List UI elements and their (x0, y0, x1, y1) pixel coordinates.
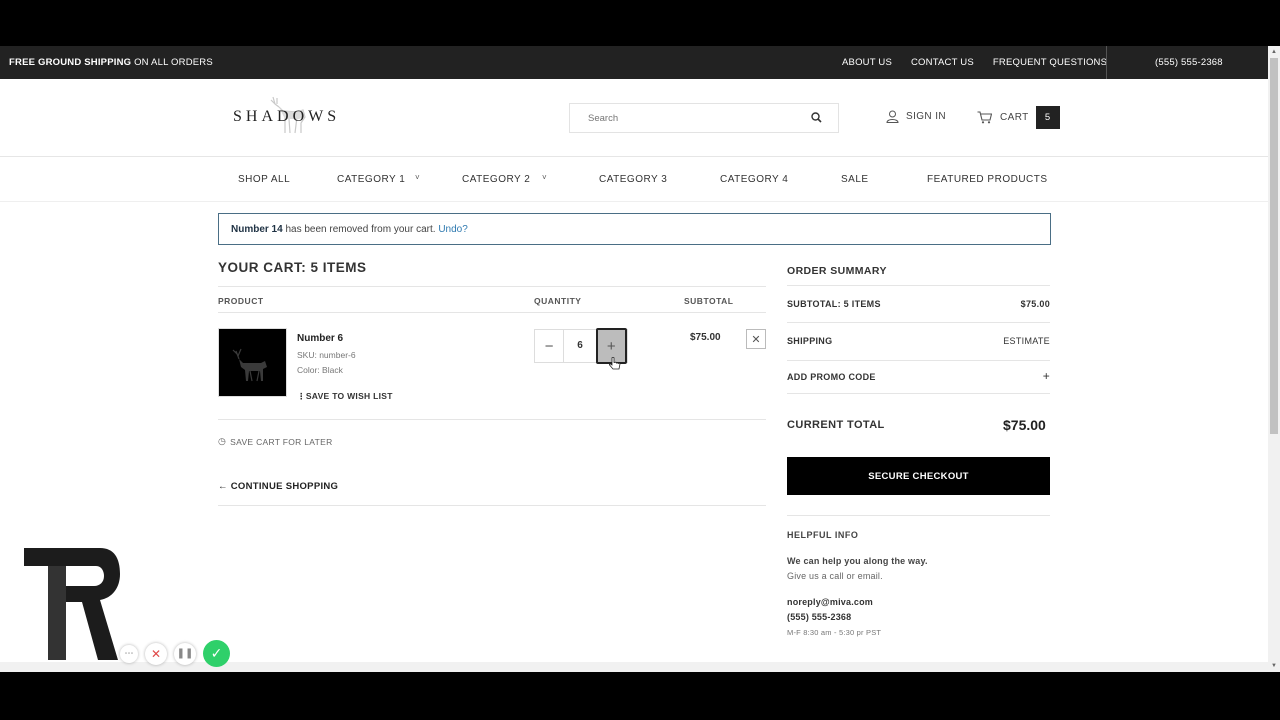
hand-cursor-icon (609, 357, 621, 370)
product-name[interactable]: Number 6 (297, 333, 343, 344)
about-us-link[interactable]: ABOUT US (842, 57, 892, 68)
more-options-icon[interactable]: ⋯ (120, 644, 138, 663)
promo-code-label: ADD PROMO CODE (787, 372, 876, 382)
search-icon[interactable] (811, 112, 822, 123)
wishlist-label: SAVE TO WISH LIST (305, 391, 393, 401)
plus-icon[interactable]: + (1043, 369, 1050, 383)
summary-subtotal-value: $75.00 (1020, 299, 1050, 309)
column-product: PRODUCT (218, 296, 264, 306)
scrollbar-thumb[interactable] (1270, 58, 1278, 434)
chevron-down-icon[interactable]: ˅ (542, 173, 547, 182)
shipping-estimate-link[interactable]: ESTIMATE (1003, 336, 1050, 346)
nav-shop-all[interactable]: SHOP ALL (238, 174, 290, 185)
summary-subtotal-label: SUBTOTAL: 5 ITEMS (787, 299, 881, 309)
current-total-label: CURRENT TOTAL (787, 419, 885, 431)
save-cart-label: SAVE CART FOR LATER (230, 436, 333, 447)
cart-link[interactable]: CART 5 (977, 106, 1060, 129)
nav-featured-products[interactable]: FEATURED PRODUCTS (927, 174, 1048, 185)
item-subtotal: $75.00 (690, 332, 721, 343)
column-subtotal: SUBTOTAL (684, 296, 734, 306)
deer-image (232, 348, 267, 382)
logo-text: SHADOWS (233, 108, 341, 125)
continue-label: CONTINUE SHOPPING (230, 481, 339, 492)
sign-in-link[interactable]: SIGN IN (886, 110, 946, 123)
sign-in-label: SIGN IN (906, 111, 947, 122)
browser-viewport: FREE GROUND SHIPPING ON ALL ORDERS ABOUT… (0, 46, 1280, 672)
site-logo[interactable]: SHADOWS (233, 95, 348, 135)
cart-notice: Number 14 has been removed from your car… (218, 213, 1051, 245)
site-header: SHADOWS SIGN IN CART 5 (0, 79, 1268, 157)
nav-category-2[interactable]: CATEGORY 2 (462, 174, 530, 185)
divider (787, 285, 1050, 286)
divider (218, 286, 766, 287)
pause-icon[interactable]: ❚❚ (174, 642, 196, 665)
help-line-2: Give us a call or email. (787, 571, 883, 581)
product-thumbnail[interactable] (218, 328, 287, 397)
summary-shipping-label: SHIPPING (787, 336, 833, 346)
top-bar-divider (1106, 46, 1107, 79)
contact-us-link[interactable]: CONTACT US (911, 57, 974, 68)
recorder-logo-icon (24, 548, 120, 660)
user-icon (886, 110, 899, 123)
continue-shopping-link[interactable]: ← CONTINUE SHOPPING (218, 481, 338, 492)
arrow-left-icon: ← (218, 481, 231, 492)
clock-icon: ◷ (218, 436, 227, 446)
top-phone[interactable]: (555) 555-2368 (1155, 57, 1223, 68)
help-phone-link[interactable]: (555) 555-2368 (787, 612, 851, 622)
main-nav: SHOP ALL CATEGORY 1 ˅ CATEGORY 2 ˅ CATEG… (0, 157, 1268, 202)
shipping-promo: FREE GROUND SHIPPING ON ALL ORDERS (9, 57, 213, 68)
cart-count-badge: 5 (1035, 106, 1060, 129)
cart-title: YOUR CART: 5 ITEMS (218, 260, 367, 275)
save-to-wishlist-button[interactable]: ⋮SAVE TO WISH LIST (297, 391, 393, 402)
divider (787, 322, 1050, 323)
nav-category-3[interactable]: CATEGORY 3 (599, 174, 667, 185)
product-sku: SKU: number-6 (297, 350, 356, 360)
nav-sale[interactable]: SALE (841, 174, 869, 185)
promo-rest: ON ALL ORDERS (131, 57, 213, 68)
notice-product: Number 14 (231, 224, 283, 235)
recorder-controls: ⋯ ✕ ❚❚ ✓ (120, 640, 237, 667)
cart-label: CART (1000, 112, 1029, 123)
quantity-value[interactable]: 6 (564, 330, 595, 362)
current-total-value: $75.00 (1003, 417, 1046, 433)
product-color: Color: Black (297, 365, 343, 375)
helpful-info-title: HELPFUL INFO (787, 530, 859, 540)
save-cart-button[interactable]: ◷ SAVE CART FOR LATER (218, 436, 333, 447)
divider (787, 393, 1050, 394)
divider (218, 505, 766, 506)
nav-category-4[interactable]: CATEGORY 4 (720, 174, 788, 185)
divider (787, 515, 1050, 516)
vertical-scrollbar[interactable]: ▲ ▼ (1268, 46, 1280, 672)
search-box (569, 103, 839, 133)
check-icon[interactable]: ✓ (203, 640, 230, 667)
decrease-quantity-button[interactable]: − (535, 330, 565, 362)
divider (218, 312, 766, 313)
remove-item-button[interactable]: ✕ (746, 329, 766, 349)
top-bar: FREE GROUND SHIPPING ON ALL ORDERS ABOUT… (0, 46, 1268, 79)
undo-link[interactable]: Undo? (438, 224, 467, 235)
top-links: ABOUT US CONTACT US FREQUENT QUESTIONS (842, 57, 1126, 68)
divider (787, 360, 1050, 361)
help-line-1: We can help you along the way. (787, 556, 928, 566)
cart-icon (977, 111, 992, 124)
column-quantity: QUANTITY (534, 296, 582, 306)
notice-message: has been removed from your cart. (282, 224, 439, 235)
order-summary-title: ORDER SUMMARY (787, 265, 887, 277)
promo-bold: FREE GROUND SHIPPING (9, 57, 132, 68)
wishlist-icon: ⋮ (297, 391, 306, 401)
scroll-up-icon[interactable]: ▲ (1271, 49, 1277, 55)
search-input[interactable] (570, 104, 790, 132)
faq-link[interactable]: FREQUENT QUESTIONS (993, 57, 1107, 68)
help-email-link[interactable]: noreply@miva.com (787, 597, 873, 607)
close-icon[interactable]: ✕ (145, 642, 167, 665)
divider (218, 419, 766, 420)
scroll-down-icon[interactable]: ▼ (1271, 663, 1277, 669)
secure-checkout-button[interactable]: SECURE CHECKOUT (787, 457, 1050, 495)
chevron-down-icon[interactable]: ˅ (415, 173, 420, 182)
help-hours: M-F 8:30 am - 5:30 pr PST (787, 628, 882, 637)
nav-category-1[interactable]: CATEGORY 1 (337, 174, 405, 185)
